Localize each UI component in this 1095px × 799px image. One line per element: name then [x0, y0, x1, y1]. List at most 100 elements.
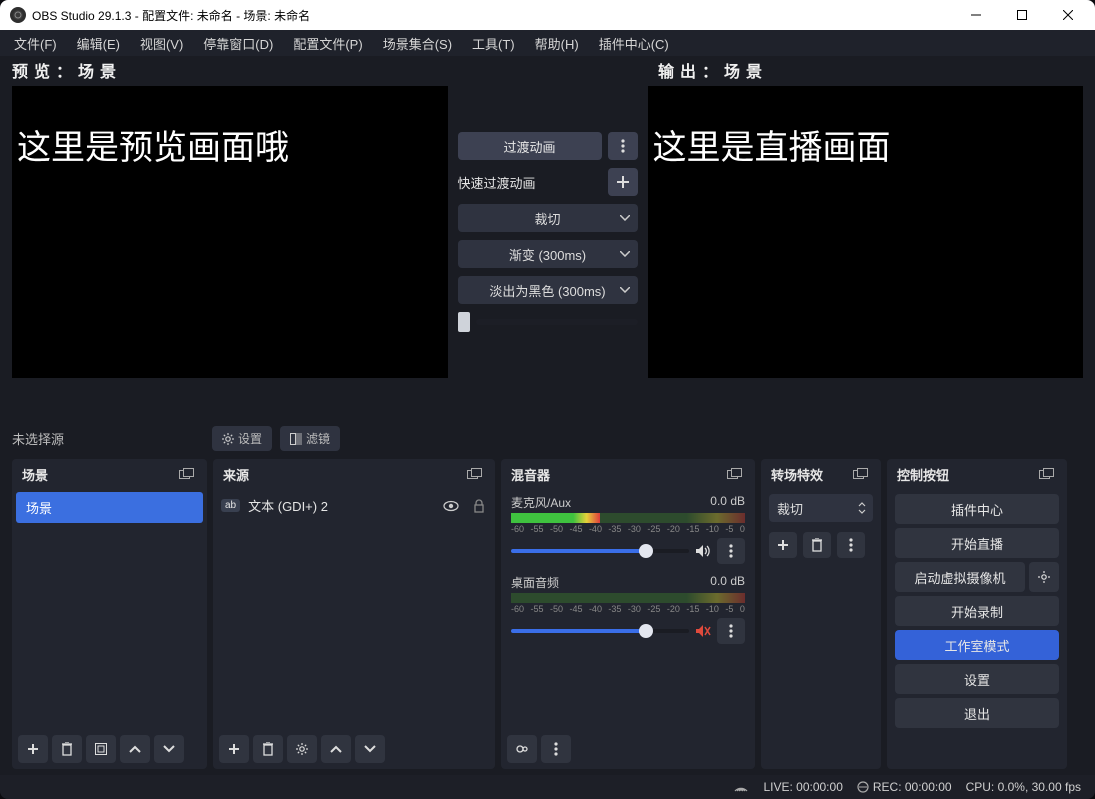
output-video[interactable]: 这里是直播画面: [648, 86, 1084, 378]
chevron-down-icon: [620, 215, 630, 221]
preview-video[interactable]: 这里是预览画面哦: [12, 86, 448, 378]
app-icon: [10, 7, 26, 23]
popout-icon[interactable]: [179, 468, 197, 482]
add-source-button[interactable]: [219, 735, 249, 763]
vu-meter: [511, 513, 745, 523]
menu-edit[interactable]: 编辑(E): [69, 32, 128, 55]
stepper-icon: [857, 501, 867, 515]
channel-name: 麦克风/Aux: [511, 494, 571, 511]
docks: 场景 场景 来源: [0, 459, 1095, 775]
menu-scene-collection[interactable]: 场景集合(S): [375, 32, 460, 55]
start-recording-button[interactable]: 开始录制: [895, 596, 1059, 626]
scenes-panel: 场景 场景: [12, 459, 207, 769]
scene-up-button[interactable]: [120, 735, 150, 763]
plugin-center-button[interactable]: 插件中心: [895, 494, 1059, 524]
scene-down-button[interactable]: [154, 735, 184, 763]
controls-title: 控制按钮: [897, 465, 949, 484]
mixer-panel: 混音器 麦克风/Aux 0.0 dB -60-55-50-45-40-35-30…: [501, 459, 755, 769]
source-toolbar: 未选择源 设置 滤镜: [0, 388, 1095, 459]
minimize-button[interactable]: [953, 0, 999, 30]
status-rec: REC: 00:00:00: [873, 780, 952, 794]
quick-transition-label: 快速过渡动画: [458, 173, 602, 192]
source-filters-button[interactable]: 滤镜: [280, 426, 340, 451]
add-transition-button[interactable]: [769, 532, 797, 558]
menu-profile[interactable]: 配置文件(P): [285, 32, 370, 55]
t-bar-slider[interactable]: [458, 312, 638, 332]
menu-file[interactable]: 文件(F): [6, 32, 65, 55]
remove-transition-button[interactable]: [803, 532, 831, 558]
transitions-panel: 转场特效 裁切: [761, 459, 881, 769]
scenes-title: 场景: [22, 465, 48, 484]
chevron-down-icon: [620, 251, 630, 257]
scene-filter-button[interactable]: [86, 735, 116, 763]
menu-plugins[interactable]: 插件中心(C): [591, 32, 677, 55]
lock-icon[interactable]: [473, 499, 485, 513]
channel-menu-button[interactable]: [717, 538, 745, 564]
slider-thumb[interactable]: [458, 312, 470, 332]
preview-area: 这里是预览画面哦 过渡动画 快速过渡动画 裁切: [0, 82, 1095, 388]
close-button[interactable]: [1045, 0, 1091, 30]
mixer-channel-desktop: 桌面音频 0.0 dB -60-55-50-45-40-35-30-25-20-…: [501, 570, 755, 650]
source-settings-button[interactable]: 设置: [212, 426, 272, 451]
virtual-camera-button[interactable]: 启动虚拟摄像机: [895, 562, 1025, 592]
settings-button[interactable]: 设置: [895, 664, 1059, 694]
transition-menu-button[interactable]: [837, 532, 865, 558]
channel-menu-button[interactable]: [717, 618, 745, 644]
chevron-down-icon: [620, 287, 630, 293]
remove-scene-button[interactable]: [52, 735, 82, 763]
window-title: OBS Studio 29.1.3 - 配置文件: 未命名 - 场景: 未命名: [32, 7, 953, 24]
menubar: 文件(F) 编辑(E) 视图(V) 停靠窗口(D) 配置文件(P) 场景集合(S…: [0, 30, 1095, 56]
statusbar: LIVE: 00:00:00 REC: 00:00:00 CPU: 0.0%, …: [0, 775, 1095, 799]
menu-dock[interactable]: 停靠窗口(D): [195, 32, 281, 55]
source-item[interactable]: ab 文本 (GDI+) 2: [213, 490, 495, 521]
mixer-settings-button[interactable]: [507, 735, 537, 763]
status-cpu: CPU: 0.0%, 30.00 fps: [966, 780, 1081, 794]
mixer-title: 混音器: [511, 465, 550, 484]
speaker-muted-icon[interactable]: [695, 624, 711, 638]
disk-icon: [857, 781, 869, 793]
quick-transition-1[interactable]: 裁切: [458, 204, 638, 232]
start-streaming-button[interactable]: 开始直播: [895, 528, 1059, 558]
remove-source-button[interactable]: [253, 735, 283, 763]
transition-button[interactable]: 过渡动画: [458, 132, 602, 160]
source-properties-button[interactable]: [287, 735, 317, 763]
popout-icon[interactable]: [853, 468, 871, 482]
source-down-button[interactable]: [355, 735, 385, 763]
status-live: LIVE: 00:00:00: [763, 780, 842, 794]
meter-scale: -60-55-50-45-40-35-30-25-20-15-10-50: [511, 524, 745, 534]
mixer-channel-mic: 麦克风/Aux 0.0 dB -60-55-50-45-40-35-30-25-…: [501, 490, 755, 570]
meter-scale: -60-55-50-45-40-35-30-25-20-15-10-50: [511, 604, 745, 614]
preview-text: 这里是预览画面哦: [13, 87, 293, 212]
speaker-icon[interactable]: [695, 544, 711, 558]
mixer-menu-button[interactable]: [541, 735, 571, 763]
menu-view[interactable]: 视图(V): [132, 32, 191, 55]
add-quick-transition-button[interactable]: [608, 168, 638, 196]
preview-label: 预 览 ： 场 景: [12, 58, 117, 82]
source-up-button[interactable]: [321, 735, 351, 763]
volume-slider[interactable]: [511, 549, 689, 553]
slider-track: [476, 319, 638, 325]
menu-tools[interactable]: 工具(T): [464, 32, 523, 55]
quick-transition-2[interactable]: 渐变 (300ms): [458, 240, 638, 268]
transition-select[interactable]: 裁切: [769, 494, 873, 522]
popout-icon[interactable]: [1039, 468, 1057, 482]
popout-icon[interactable]: [467, 468, 485, 482]
studio-mode-button[interactable]: 工作室模式: [895, 630, 1059, 660]
preview-labels: 预 览 ： 场 景 输 出 ： 场 景: [0, 56, 1095, 82]
add-scene-button[interactable]: [18, 735, 48, 763]
menu-help[interactable]: 帮助(H): [527, 32, 587, 55]
maximize-button[interactable]: [999, 0, 1045, 30]
titlebar: OBS Studio 29.1.3 - 配置文件: 未命名 - 场景: 未命名: [0, 0, 1095, 30]
volume-slider[interactable]: [511, 629, 689, 633]
transitions-title: 转场特效: [771, 465, 823, 484]
source-name: 文本 (GDI+) 2: [248, 496, 328, 515]
output-text: 这里是直播画面: [649, 87, 895, 212]
eye-icon[interactable]: [443, 500, 459, 512]
virtual-camera-settings-button[interactable]: [1029, 562, 1059, 592]
transition-more-button[interactable]: [608, 132, 638, 160]
popout-icon[interactable]: [727, 468, 745, 482]
exit-button[interactable]: 退出: [895, 698, 1059, 728]
scene-item[interactable]: 场景: [16, 492, 203, 523]
channel-db: 0.0 dB: [710, 574, 745, 591]
quick-transition-3[interactable]: 淡出为黑色 (300ms): [458, 276, 638, 304]
